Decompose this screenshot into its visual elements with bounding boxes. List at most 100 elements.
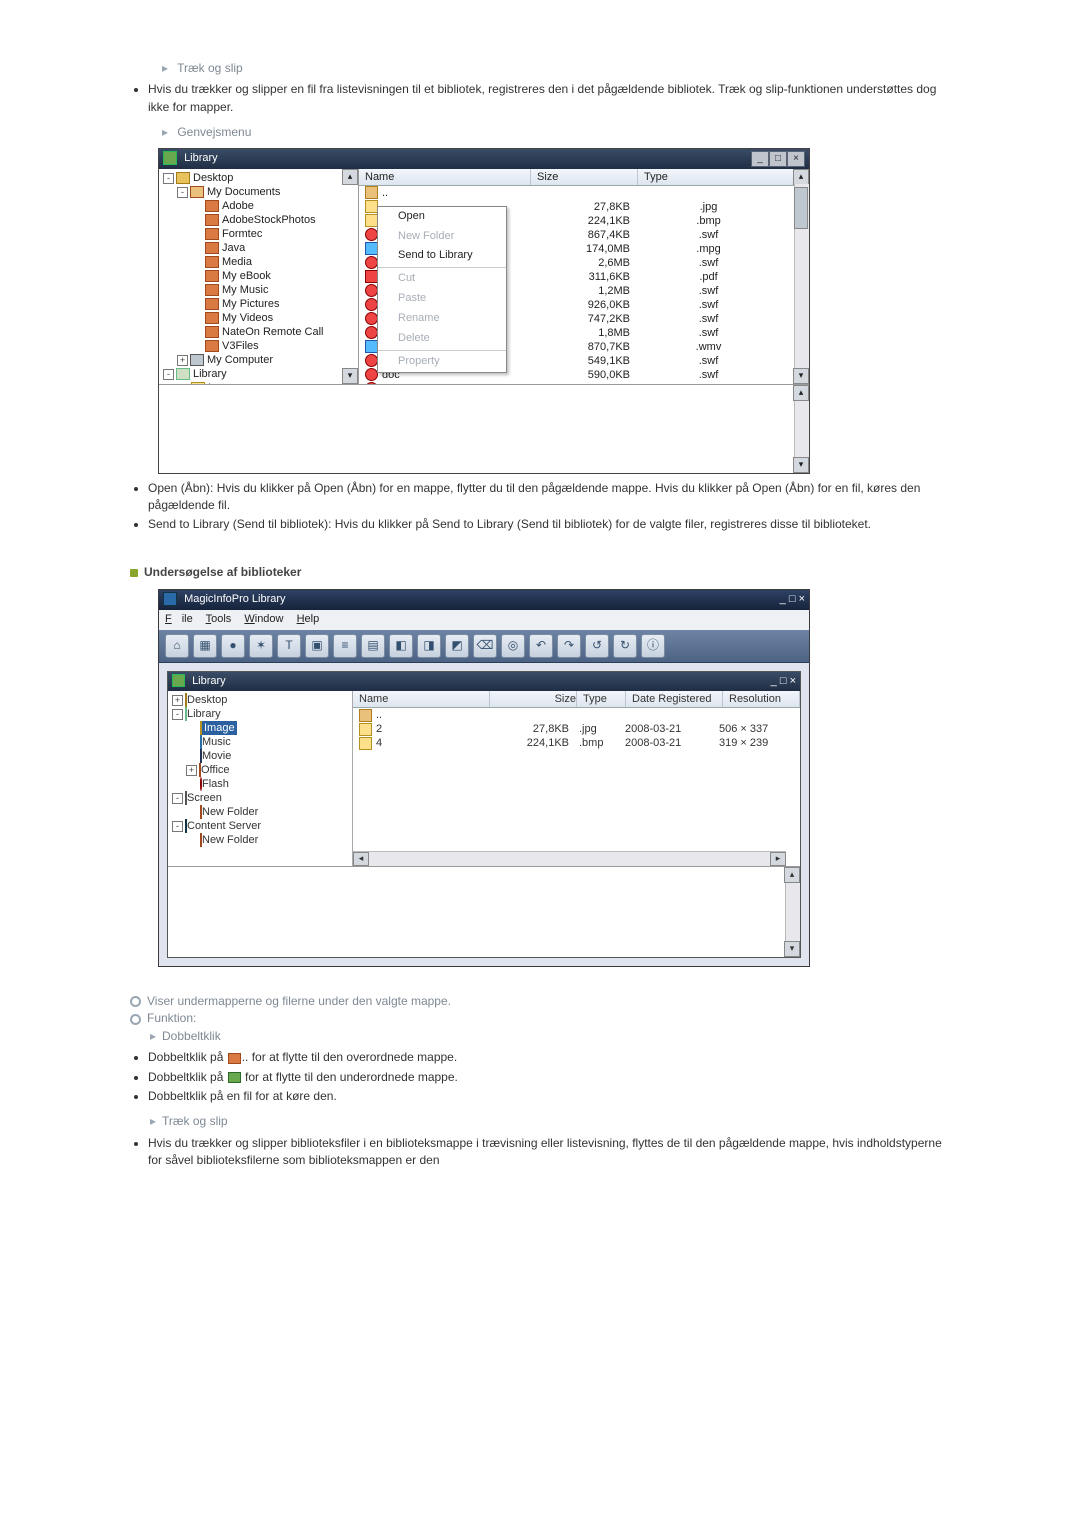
titlebar[interactable]: Library _ □ × (159, 149, 809, 169)
close-button[interactable]: × (787, 151, 805, 167)
window-title: Library (184, 152, 218, 164)
col-name[interactable]: Name (359, 169, 531, 185)
toolbar-button[interactable]: ↷ (557, 634, 581, 658)
toolbar-button[interactable]: ▦ (193, 634, 217, 658)
library-tree[interactable]: +Desktop -Library Image Music Movie +Off… (168, 691, 353, 866)
menu-open[interactable]: Open (378, 207, 506, 227)
window-title: Library (192, 675, 226, 687)
maximize-button[interactable]: □ (769, 151, 787, 167)
toolbar-button[interactable]: ↻ (613, 634, 637, 658)
list-item[interactable]: 4224,1KB.bmp2008-03-21319 × 239 (353, 736, 800, 750)
file-list[interactable]: Name Size Type .. 27,8KB.jpg224,1KB.bmp8… (359, 169, 809, 384)
titlebar[interactable]: MagicInfoPro Library _ □ × (159, 590, 809, 610)
horizontal-scrollbar[interactable]: ◂ ▸ (353, 851, 786, 866)
library-subwindow: Library _ □ × +Desktop -Library Image Mu… (167, 671, 801, 958)
tree-item[interactable]: NateOn Remote Call (163, 325, 358, 339)
scroll-down-button[interactable]: ▾ (784, 941, 800, 957)
toolbar-button[interactable]: T (277, 634, 301, 658)
scroll-up-button[interactable]: ▴ (784, 867, 800, 883)
toolbar-button[interactable]: ▤ (361, 634, 385, 658)
tree-item[interactable]: AdobeStockPhotos (163, 213, 358, 227)
magicinfopro-window: MagicInfoPro Library _ □ × File Tools Wi… (158, 589, 810, 967)
col-type[interactable]: Type (577, 691, 626, 707)
folder-icon (228, 1072, 241, 1083)
toolbar-button[interactable]: ● (221, 634, 245, 658)
tree-item[interactable]: Java (163, 241, 358, 255)
preview-pane: ▴ ▾ (159, 384, 809, 473)
close-button[interactable]: × (799, 593, 805, 605)
maximize-button[interactable]: □ (789, 593, 796, 605)
window-title: MagicInfoPro Library (184, 593, 286, 605)
scroll-up-button[interactable]: ▴ (793, 169, 809, 185)
menu-help[interactable]: Help (297, 613, 320, 625)
toolbar-button[interactable]: ⌫ (473, 634, 497, 658)
tree-item[interactable]: V3Files (163, 339, 358, 353)
col-type[interactable]: Type (638, 169, 809, 185)
col-size[interactable]: Size (531, 169, 638, 185)
toolbar-button[interactable]: ◎ (501, 634, 525, 658)
toolbar-button[interactable]: ◧ (389, 634, 413, 658)
bullet-item: Dobbeltklik på en fil for at køre den. (148, 1088, 950, 1105)
dragdrop-bullets: Hvis du trækker og slipper biblioteksfil… (130, 1135, 950, 1170)
app-icon (172, 674, 185, 687)
scrollbar-thumb[interactable] (794, 187, 808, 229)
library-window: Library _ □ × ▴ -Desktop -My Documents A… (158, 148, 810, 474)
titlebar[interactable]: Library _ □ × (168, 672, 800, 691)
maximize-button[interactable]: □ (780, 675, 787, 687)
scroll-down-button[interactable]: ▾ (342, 368, 358, 384)
app-icon (163, 151, 177, 165)
library-file-list[interactable]: Name Size Type Date Registered Resolutio… (353, 691, 800, 866)
close-button[interactable]: × (790, 675, 796, 687)
menu-tools[interactable]: Tools (206, 613, 232, 625)
scroll-right-button[interactable]: ▸ (770, 852, 786, 866)
scroll-left-button[interactable]: ◂ (353, 852, 369, 866)
scroll-down-button[interactable]: ▾ (793, 457, 809, 473)
menu-window[interactable]: Window (244, 613, 283, 625)
tree-item-image[interactable]: Image (202, 721, 237, 735)
doubleclick-bullets: Dobbeltklik på .. for at flytte til den … (130, 1049, 950, 1105)
toolbar-button[interactable]: ⌂ (165, 634, 189, 658)
note-subfolders: Viser undermapperne og filerne under den… (130, 993, 950, 1010)
folder-tree[interactable]: ▴ -Desktop -My Documents AdobeAdobeStock… (159, 169, 359, 384)
toolbar-button[interactable]: ▣ (305, 634, 329, 658)
col-resolution[interactable]: Resolution (723, 691, 800, 707)
minimize-button[interactable]: _ (780, 593, 786, 605)
menu-send-to-library[interactable]: Send to Library (378, 246, 506, 266)
up-folder-icon (228, 1053, 241, 1064)
minimize-button[interactable]: _ (751, 151, 769, 167)
toolbar-button[interactable]: ◨ (417, 634, 441, 658)
tree-item[interactable]: Adobe (163, 199, 358, 213)
toolbar-button[interactable]: ↶ (529, 634, 553, 658)
minimize-button[interactable]: _ (771, 675, 777, 687)
bullet-item: Send to Library (Send til bibliotek): Hv… (148, 516, 950, 533)
tree-item[interactable]: My Videos (163, 311, 358, 325)
toolbar-button[interactable]: ↺ (585, 634, 609, 658)
col-size[interactable]: Size (490, 691, 577, 707)
note-function: Funktion: (130, 1010, 950, 1027)
scroll-down-button[interactable]: ▾ (793, 368, 809, 384)
toolbar-button[interactable]: ⓘ (641, 634, 665, 658)
section-heading-libraries: Undersøgelse af biblioteker (130, 564, 950, 581)
context-menu-description: Open (Åbn): Hvis du klikker på Open (Åbn… (130, 480, 950, 534)
menu-paste: Paste (378, 289, 506, 309)
toolbar-button[interactable]: ◩ (445, 634, 469, 658)
tree-item[interactable]: My eBook (163, 269, 358, 283)
menubar[interactable]: File Tools Window Help (159, 610, 809, 630)
tree-item[interactable]: My Pictures (163, 297, 358, 311)
bullet-item: Dobbeltklik på .. for at flytte til den … (148, 1049, 950, 1066)
ring-bullet-icon (130, 996, 141, 1007)
tree-item[interactable]: Formtec (163, 227, 358, 241)
menu-file[interactable]: File (165, 613, 193, 625)
menu-cut: Cut (378, 269, 506, 289)
scroll-up-button[interactable]: ▴ (793, 385, 809, 401)
square-bullet-icon (130, 569, 138, 577)
tree-item[interactable]: My Music (163, 283, 358, 297)
tree-item[interactable]: Media (163, 255, 358, 269)
col-date[interactable]: Date Registered (626, 691, 723, 707)
list-item[interactable]: 227,8KB.jpg2008-03-21506 × 337 (353, 722, 800, 736)
note-doubleclick: ▸Dobbeltklik (130, 1028, 950, 1045)
scroll-up-button[interactable]: ▴ (342, 169, 358, 185)
col-name[interactable]: Name (353, 691, 490, 707)
toolbar-button[interactable]: ✶ (249, 634, 273, 658)
toolbar-button[interactable]: ≡ (333, 634, 357, 658)
